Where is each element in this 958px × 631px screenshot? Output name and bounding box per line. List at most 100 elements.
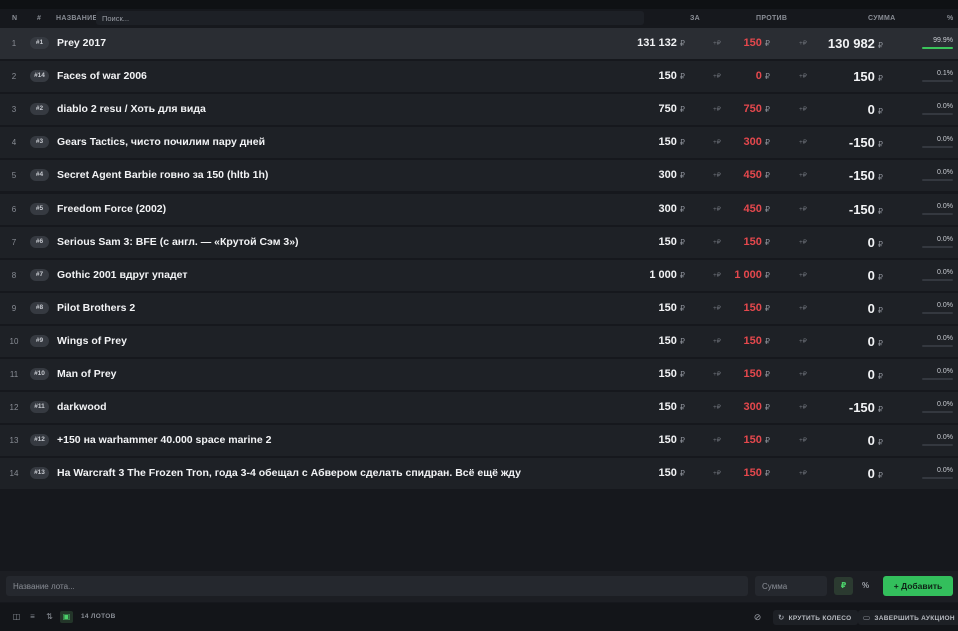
add-for-button[interactable]: +₽ xyxy=(713,458,721,489)
add-against-button[interactable]: +₽ xyxy=(799,61,807,92)
table-row[interactable]: 12 #11 darkwood 150 ₽ +₽ 300 ₽ +₽ -150 ₽0.0% xyxy=(0,392,958,424)
add-against-button[interactable]: +₽ xyxy=(799,425,807,456)
add-for-button[interactable]: +₽ xyxy=(713,28,721,59)
add-against-button[interactable]: +₽ xyxy=(799,127,807,158)
sidebar-toggle-icon[interactable]: ◫ xyxy=(10,611,23,623)
search-input[interactable] xyxy=(96,11,644,25)
percent-bar xyxy=(922,245,953,248)
currency-rub-toggle[interactable]: ₽ xyxy=(834,577,853,595)
lot-name[interactable]: Prey 2017 xyxy=(57,28,106,59)
lot-percent: 0.0% xyxy=(937,368,953,375)
add-for-button[interactable]: +₽ xyxy=(713,359,721,390)
hide-eye-icon[interactable]: ⊘ xyxy=(751,611,764,623)
add-against-button[interactable]: +₽ xyxy=(799,28,807,59)
lot-name[interactable]: Serious Sam 3: BFE (с англ. — «Крутой Сэ… xyxy=(57,227,299,258)
table-row[interactable]: 8 #7 Gothic 2001 вдруг упадет 1 000 ₽ +₽ 1 000… xyxy=(0,259,958,291)
add-against-button[interactable]: +₽ xyxy=(799,359,807,390)
add-against-button[interactable]: +₽ xyxy=(799,293,807,324)
add-lot-button[interactable]: + Добавить xyxy=(883,576,953,596)
lot-sum-input[interactable] xyxy=(755,576,827,596)
lot-id-badge: #14 xyxy=(30,70,49,83)
add-for-button[interactable]: +₽ xyxy=(713,260,721,291)
lot-name[interactable]: Faces of war 2006 xyxy=(57,61,147,92)
percent-bar xyxy=(922,411,953,414)
lot-id-badge: #9 xyxy=(30,334,49,347)
against-value: 450 xyxy=(743,202,762,215)
lot-name[interactable]: diablo 2 resu / Хоть для вида xyxy=(57,94,206,125)
lot-name[interactable]: Secret Agent Barbie говно за 150 (hltb 1… xyxy=(57,160,268,191)
add-for-button[interactable]: +₽ xyxy=(713,425,721,456)
against-value: 150 xyxy=(743,301,762,314)
table-row[interactable]: 14 #13 На Warcraft 3 The Frozen Tron, года… xyxy=(0,458,958,491)
lot-for-amount: 150 ₽ xyxy=(659,326,685,357)
add-against-button[interactable]: +₽ xyxy=(799,260,807,291)
row-number: 2 xyxy=(11,72,17,82)
table-row[interactable]: 4 #3 Gears Tactics, чисто почилим пару дне… xyxy=(0,127,958,160)
table-row[interactable]: 1 #1 Prey 2017 131 132 ₽ +₽ 150 ₽ +₽ 130 982 ₽99.9… xyxy=(0,28,958,59)
row-number: 10 xyxy=(9,336,19,346)
against-value: 1 000 xyxy=(734,268,762,281)
add-against-button[interactable]: +₽ xyxy=(799,194,807,225)
lot-id-badge: #6 xyxy=(30,235,49,248)
lot-sum: 0 ₽ xyxy=(868,458,883,491)
list-view-icon[interactable]: ≡ xyxy=(26,611,39,623)
add-against-button[interactable]: +₽ xyxy=(799,94,807,125)
table-row[interactable]: 3 #2 diablo 2 resu / Хоть для вида 750 ₽ +₽ 75… xyxy=(0,94,958,127)
lot-name[interactable]: Freedom Force (2002) xyxy=(57,194,166,225)
lot-name[interactable]: Gears Tactics, чисто почилим пару дней xyxy=(57,127,265,158)
finish-auction-button[interactable]: ▭ ЗАВЕРШИТЬ АУКЦИОН xyxy=(858,610,958,625)
sum-currency: ₽ xyxy=(877,107,883,117)
lot-name-input[interactable] xyxy=(6,576,748,596)
for-currency: ₽ xyxy=(679,270,685,280)
spin-wheel-button[interactable]: ↻ КРУТИТЬ КОЛЕСО xyxy=(773,610,858,625)
add-for-button[interactable]: +₽ xyxy=(713,127,721,158)
currency-percent-toggle[interactable]: % xyxy=(856,577,875,595)
add-for-button[interactable]: +₽ xyxy=(713,392,721,423)
add-for-button[interactable]: +₽ xyxy=(713,61,721,92)
lot-name[interactable]: +150 на warhammer 40.000 space marine 2 xyxy=(57,425,271,456)
spin-wheel-label: КРУТИТЬ КОЛЕСО xyxy=(788,615,852,622)
table-row[interactable]: 2 #14 Faces of war 2006 150 ₽ +₽ 0 ₽ +₽ 150 ₽0.1% xyxy=(0,61,958,93)
add-for-button[interactable]: +₽ xyxy=(713,160,721,191)
lot-percent: 0.0% xyxy=(937,235,953,243)
lot-name[interactable]: Pilot Brothers 2 xyxy=(57,293,135,324)
lot-id-badge: #4 xyxy=(30,169,49,182)
table-row[interactable]: 6 #5 Freedom Force (2002) 300 ₽ +₽ 450 ₽ +₽ -150 ₽… xyxy=(0,193,958,225)
lot-sum: -150 ₽ xyxy=(849,127,883,160)
table-row[interactable]: 10 #9 Wings of Prey 150 ₽ +₽ 150 ₽ +₽ 0 ₽0.0% xyxy=(0,325,958,359)
lot-id-badge: #7 xyxy=(30,268,49,281)
lot-sum: 0 ₽ xyxy=(868,94,883,127)
lot-name[interactable]: darkwood xyxy=(57,392,107,423)
against-currency: ₽ xyxy=(764,270,770,280)
add-for-button[interactable]: +₽ xyxy=(713,326,721,357)
table-row[interactable]: 9 #8 Pilot Brothers 2 150 ₽ +₽ 150 ₽ +₽ 0 ₽0.0% xyxy=(0,292,958,324)
lot-sum: 0 ₽ xyxy=(868,326,883,359)
table-row[interactable]: 11 #10 Man of Prey 150 ₽ +₽ 150 ₽ +₽ 0 ₽0.0% xyxy=(0,359,958,390)
add-for-button[interactable]: +₽ xyxy=(713,94,721,125)
lot-id-badge: #8 xyxy=(30,301,49,314)
table-row[interactable]: 5 #4 Secret Agent Barbie говно за 150 (hlt… xyxy=(0,160,958,192)
add-against-button[interactable]: +₽ xyxy=(799,160,807,191)
lot-for-amount: 300 ₽ xyxy=(659,194,685,225)
lot-name[interactable]: На Warcraft 3 The Frozen Tron, года 3-4 … xyxy=(57,458,521,489)
add-against-button[interactable]: +₽ xyxy=(799,392,807,423)
sum-currency: ₽ xyxy=(877,305,883,315)
top-bar xyxy=(0,0,958,9)
add-for-button[interactable]: +₽ xyxy=(713,293,721,324)
header-hash: # xyxy=(37,15,42,22)
video-icon[interactable]: ▣ xyxy=(60,611,73,623)
lot-for-amount: 150 ₽ xyxy=(659,227,685,258)
table-row[interactable]: 13 #12 +150 на warhammer 40.000 space mari… xyxy=(0,425,958,457)
lot-name[interactable]: Man of Prey xyxy=(57,359,117,390)
add-against-button[interactable]: +₽ xyxy=(799,458,807,489)
add-for-button[interactable]: +₽ xyxy=(713,227,721,258)
lot-id-badge: #1 xyxy=(30,37,49,49)
add-against-button[interactable]: +₽ xyxy=(799,326,807,357)
sort-icon[interactable]: ⇅ xyxy=(43,611,56,623)
table-row[interactable]: 7 #6 Serious Sam 3: BFE (с англ. — «Крутой… xyxy=(0,226,958,258)
lot-name[interactable]: Gothic 2001 вдруг упадет xyxy=(57,260,188,291)
add-for-button[interactable]: +₽ xyxy=(713,194,721,225)
lot-name[interactable]: Wings of Prey xyxy=(57,326,127,357)
lot-percent: 0.0% xyxy=(937,169,953,177)
add-against-button[interactable]: +₽ xyxy=(799,227,807,258)
